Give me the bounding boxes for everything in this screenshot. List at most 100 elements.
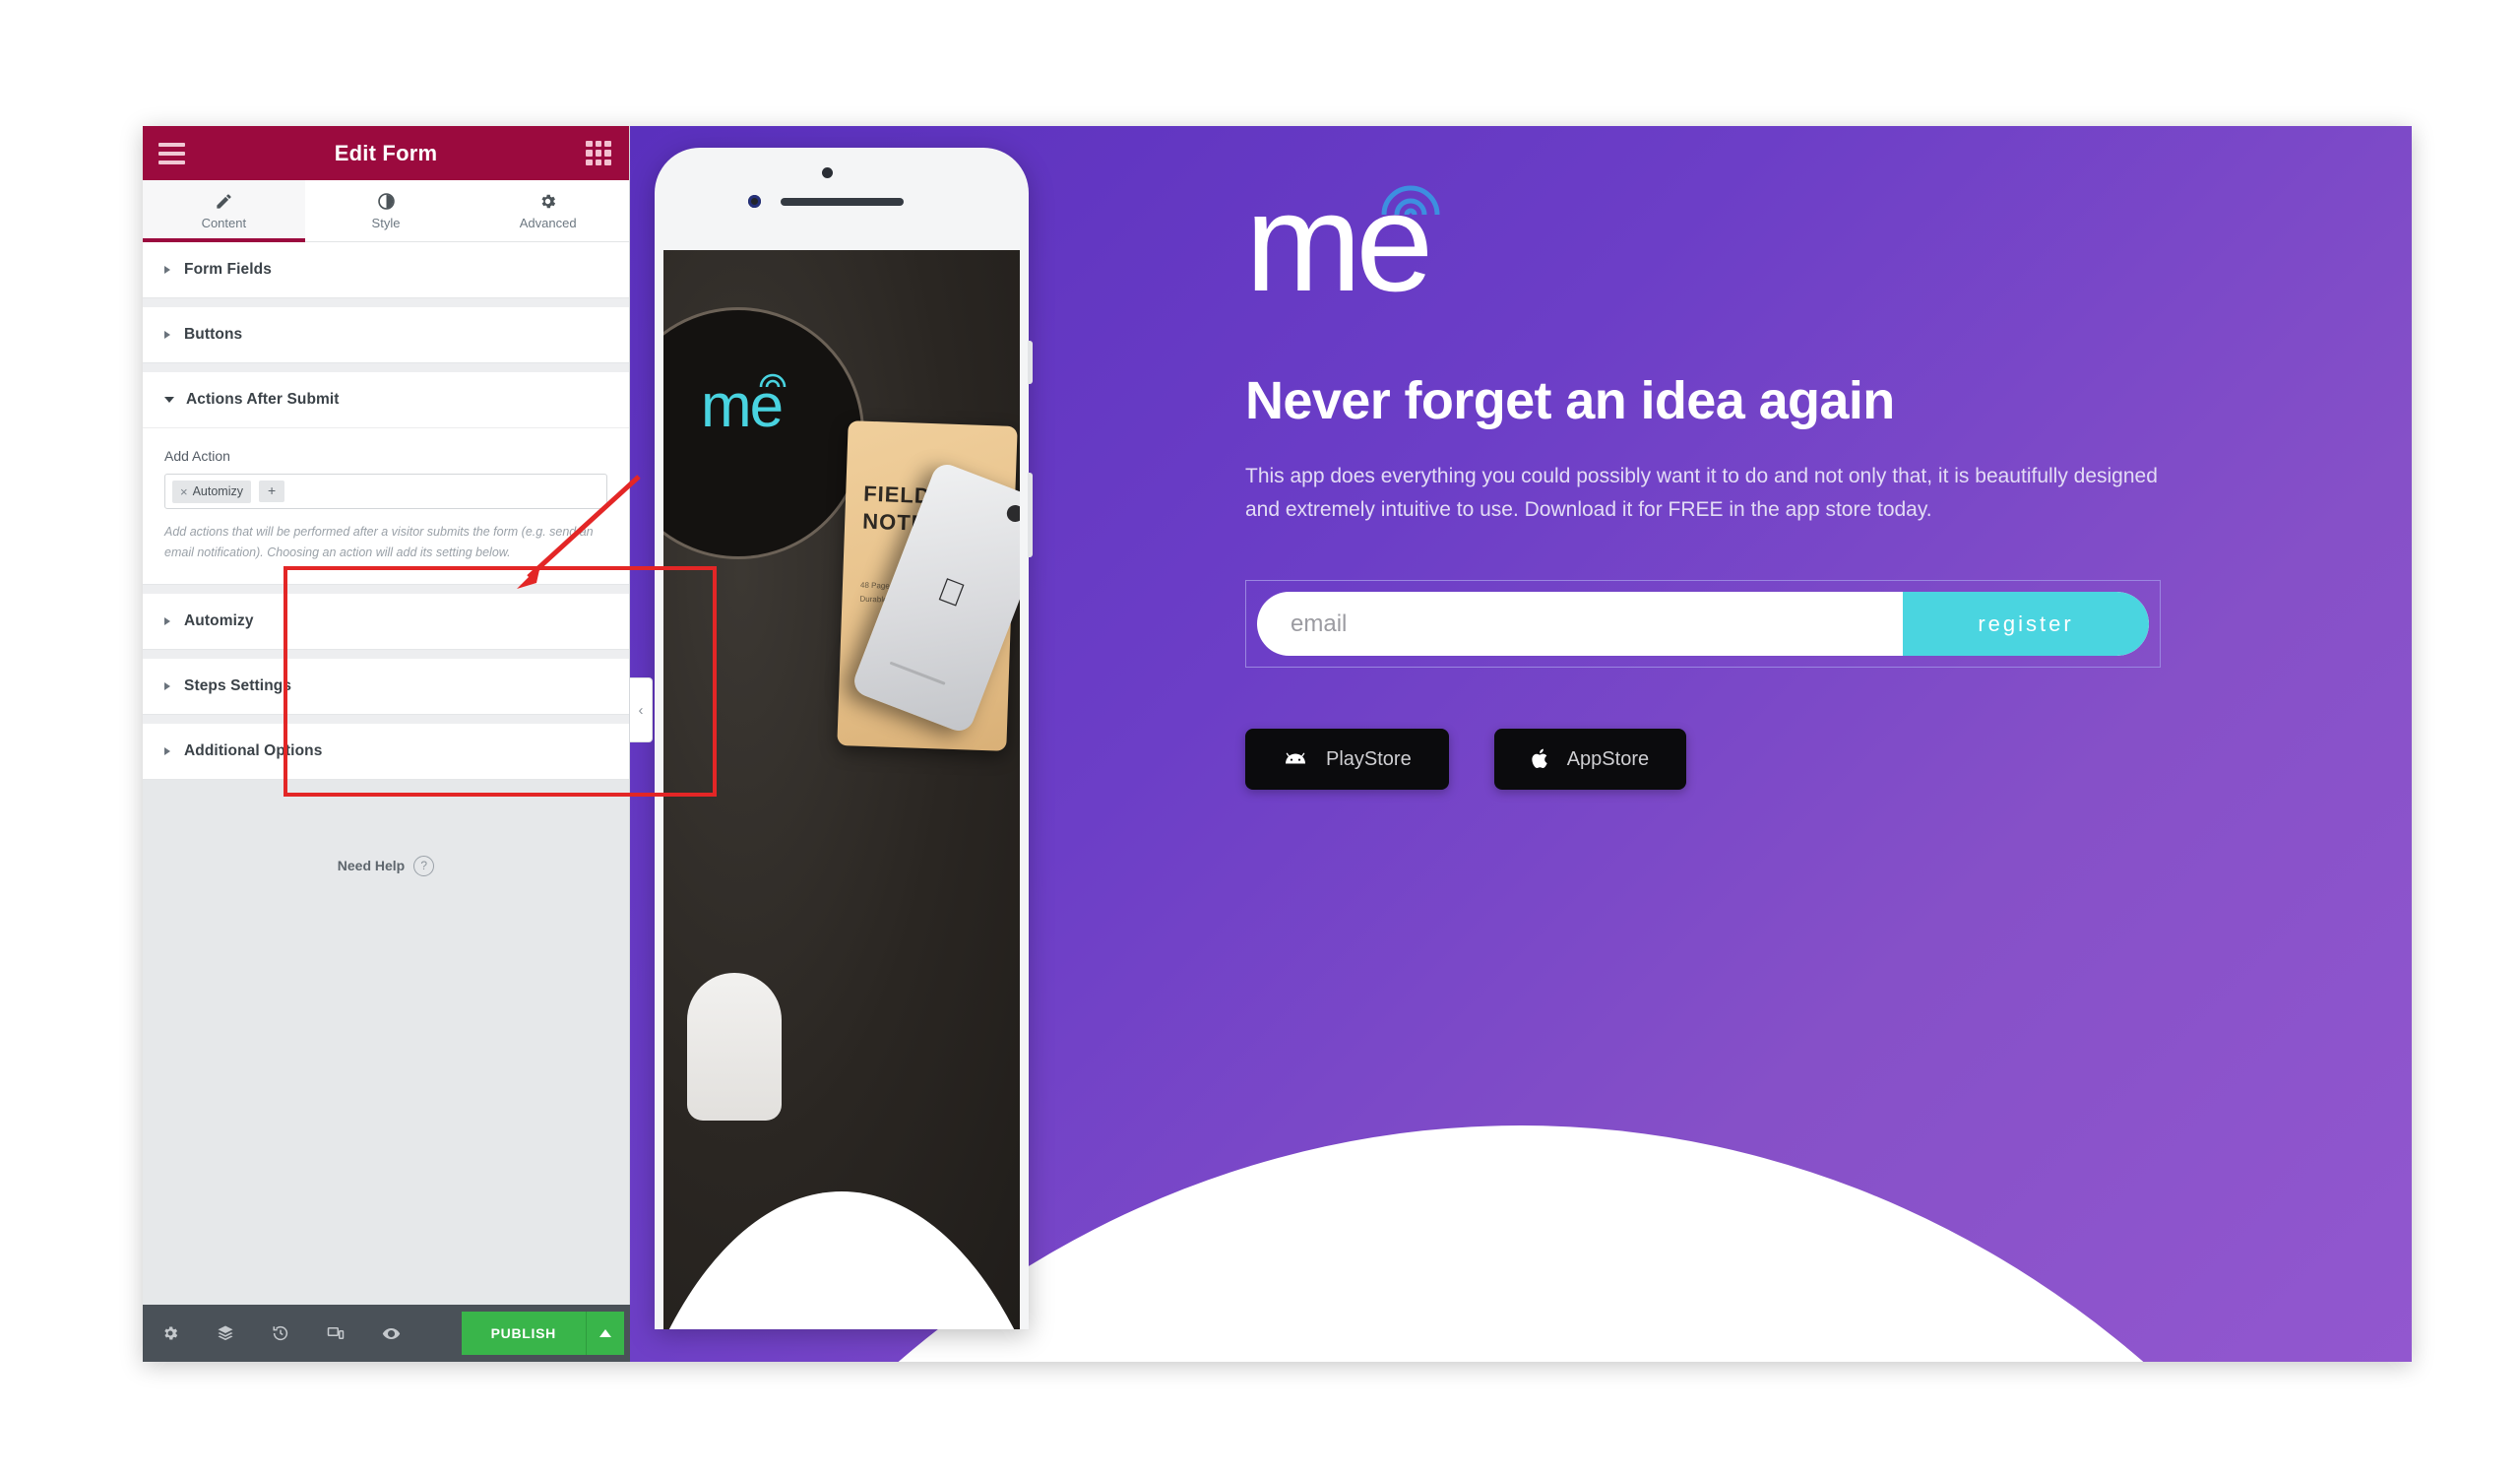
phone-top-bezel: [655, 148, 1029, 250]
playstore-button[interactable]: PlayStore: [1245, 729, 1449, 791]
chevron-right-icon: [164, 266, 170, 274]
chevron-right-icon: [164, 747, 170, 756]
phone-side-button: [1028, 341, 1033, 384]
hero-logo: me: [1245, 173, 2239, 321]
store-buttons: PlayStore AppStore: [1245, 729, 2239, 791]
publish-group: PUBLISH: [461, 1312, 624, 1355]
section-buttons-header[interactable]: Buttons: [143, 307, 629, 362]
phone-earpiece-speaker: [781, 198, 904, 206]
android-icon: [1283, 750, 1308, 768]
add-action-hint: Add actions that will be performed after…: [164, 525, 594, 559]
grid-cell: [595, 140, 602, 148]
need-help-label: Need Help: [337, 858, 406, 874]
grid-cell: [595, 159, 602, 166]
tab-style-label: Style: [371, 216, 401, 230]
hero-heading: Never forget an idea again: [1245, 371, 1895, 430]
wifi-arc-icon: [759, 373, 787, 388]
phone-sensor-dot: [822, 167, 833, 178]
playstore-label: PlayStore: [1326, 747, 1412, 770]
panel-header: Edit Form: [143, 126, 629, 180]
section-steps-settings-header[interactable]: Steps Settings: [143, 659, 629, 715]
section-actions-after-submit-header[interactable]: Actions After Submit: [143, 372, 629, 427]
chevron-right-icon: [164, 617, 170, 626]
elementor-editor-window: Edit Form Content Style Advanced Form Fi…: [143, 126, 2412, 1362]
add-action-body: Add Action × Automizy + Add actions that…: [143, 427, 629, 584]
section-actions-after-submit-title: Actions After Submit: [186, 391, 340, 408]
responsive-mode-icon[interactable]: [308, 1324, 363, 1342]
grid-apps-icon[interactable]: [586, 140, 611, 166]
hero-paragraph: This app does everything you could possi…: [1245, 465, 2158, 522]
section-additional-options-title: Additional Options: [184, 742, 323, 760]
pencil-icon: [215, 191, 233, 211]
chip-label: Automizy: [192, 484, 243, 498]
panel-bottom-bar: PUBLISH: [143, 1305, 630, 1362]
section-form-fields-header[interactable]: Form Fields: [143, 242, 629, 297]
panel-sections: Form Fields Buttons Actions After Submit: [143, 242, 629, 781]
section-steps-settings: Steps Settings: [143, 650, 629, 716]
preview-canvas: me FIELDNOTES 48 Page Ruled Memo BookDur…: [630, 126, 2412, 1362]
navigator-layers-icon[interactable]: [198, 1324, 253, 1342]
chevron-right-icon: [164, 682, 170, 691]
screenshot-root: Edit Form Content Style Advanced Form Fi…: [0, 0, 2520, 1477]
small-phone-camera-icon: [1004, 502, 1020, 525]
hamburger-bar: [158, 142, 185, 147]
email-input[interactable]: [1257, 592, 1903, 657]
section-form-fields: Form Fields: [143, 242, 629, 298]
hero-content: me Never forget an idea again This app d…: [1245, 173, 2239, 791]
tab-style[interactable]: Style: [304, 180, 468, 241]
tab-content[interactable]: Content: [143, 180, 305, 242]
section-buttons-title: Buttons: [184, 326, 243, 343]
add-action-plus-button[interactable]: +: [259, 481, 285, 502]
register-form-widget[interactable]: register: [1245, 580, 2161, 669]
preview-eye-icon[interactable]: [363, 1324, 418, 1343]
tab-content-label: Content: [201, 216, 247, 230]
phone-mockup: me FIELDNOTES 48 Page Ruled Memo BookDur…: [655, 148, 1033, 1329]
hamburger-icon[interactable]: [158, 142, 185, 164]
section-steps-settings-title: Steps Settings: [184, 677, 292, 695]
hamburger-bar: [158, 160, 185, 164]
tab-advanced-label: Advanced: [519, 216, 577, 230]
phone-screen-photo: me FIELDNOTES 48 Page Ruled Memo BookDur…: [663, 250, 1020, 1329]
register-form-row: register: [1257, 592, 2149, 657]
appstore-button[interactable]: AppStore: [1493, 729, 1687, 791]
mouse-prop: [687, 973, 782, 1121]
action-chip-automizy[interactable]: × Automizy: [172, 480, 251, 503]
apple-icon: [1532, 748, 1549, 770]
small-phone-antenna-line: [889, 661, 946, 685]
phone-screen-wave-shape: [663, 1191, 1020, 1329]
chevron-down-icon: [164, 397, 174, 403]
panel-title: Edit Form: [334, 140, 438, 165]
section-additional-options-header[interactable]: Additional Options: [143, 724, 629, 780]
grid-cell: [604, 159, 611, 166]
register-button[interactable]: register: [1903, 592, 2149, 657]
panel-collapse-handle[interactable]: ‹: [630, 677, 653, 742]
appstore-label: AppStore: [1566, 747, 1650, 770]
wifi-arc-icon: [1381, 185, 1440, 216]
grid-cell: [586, 140, 593, 148]
hamburger-bar: [158, 151, 185, 156]
add-action-input[interactable]: × Automizy +: [164, 474, 607, 509]
chip-remove-icon[interactable]: ×: [180, 484, 188, 499]
history-revisions-icon[interactable]: [253, 1324, 308, 1342]
grid-cell: [604, 150, 611, 157]
section-automizy-header[interactable]: Automizy: [143, 594, 629, 650]
section-actions-after-submit: Actions After Submit Add Action × Automi…: [143, 363, 629, 586]
gear-icon: [538, 191, 557, 211]
apple-icon: : [933, 571, 970, 615]
publish-button[interactable]: PUBLISH: [461, 1312, 586, 1355]
tab-advanced[interactable]: Advanced: [467, 180, 630, 241]
section-form-fields-title: Form Fields: [184, 261, 272, 278]
phone-volume-button: [1028, 473, 1033, 557]
settings-gear-icon[interactable]: [143, 1324, 198, 1342]
panel-tabs: Content Style Advanced: [143, 180, 630, 242]
chevron-right-icon: [164, 331, 170, 339]
need-help-button[interactable]: Need Help ?: [337, 855, 435, 876]
publish-options-caret-icon[interactable]: [586, 1312, 624, 1355]
grid-cell: [586, 159, 593, 166]
section-automizy: Automizy: [143, 585, 629, 651]
phone-front-camera-icon: [748, 195, 761, 208]
editor-left-panel: Edit Form Content Style Advanced Form Fi…: [143, 126, 630, 1362]
grid-cell: [586, 150, 593, 157]
grid-cell: [604, 140, 611, 148]
section-additional-options: Additional Options: [143, 715, 629, 781]
